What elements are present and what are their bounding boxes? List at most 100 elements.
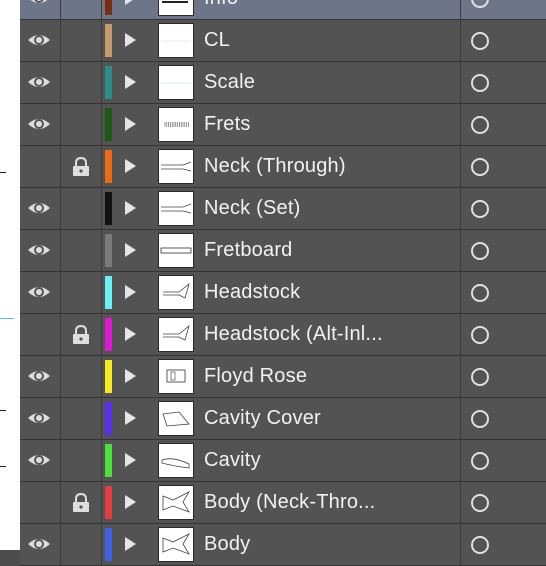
visibility-toggle[interactable] (20, 104, 61, 145)
layer-row[interactable]: CL (20, 20, 546, 62)
layer-thumbnail (158, 485, 194, 520)
layer-name[interactable]: Body (204, 533, 250, 556)
visibility-toggle[interactable] (20, 272, 61, 313)
target-circle-icon[interactable] (471, 494, 489, 512)
layer-name[interactable]: Cavity (204, 449, 261, 472)
visibility-toggle[interactable] (20, 524, 61, 565)
target-circle-icon[interactable] (471, 116, 489, 134)
disclosure-triangle-icon[interactable] (125, 0, 136, 5)
layer-row[interactable]: Headstock (20, 272, 546, 314)
lock-toggle[interactable] (61, 440, 102, 481)
layer-row[interactable]: Body (Neck-Thro... (20, 482, 546, 524)
target-circle-icon[interactable] (471, 368, 489, 386)
lock-toggle[interactable] (61, 524, 102, 565)
layer-row[interactable]: Body (20, 524, 546, 566)
target-circle-icon[interactable] (471, 74, 489, 92)
canvas-guide-line (0, 466, 6, 467)
layer-thumbnail (158, 275, 194, 310)
disclosure-triangle-icon[interactable] (125, 117, 136, 131)
target-circle-icon[interactable] (471, 410, 489, 428)
layer-name[interactable]: CL (204, 29, 230, 52)
layer-name[interactable]: Body (Neck-Thro... (204, 491, 375, 514)
layer-row[interactable]: Cavity (20, 440, 546, 482)
visibility-toggle[interactable] (20, 314, 61, 355)
lock-toggle[interactable] (61, 188, 102, 229)
disclosure-triangle-icon[interactable] (125, 285, 136, 299)
layer-name[interactable]: Fretboard (204, 239, 293, 262)
layer-color-swatch (105, 192, 112, 225)
target-circle-icon[interactable] (471, 284, 489, 302)
layer-name[interactable]: Info (204, 0, 238, 10)
layer-color-swatch (105, 276, 112, 309)
layer-row[interactable]: Scale (20, 62, 546, 104)
disclosure-triangle-icon[interactable] (125, 33, 136, 47)
disclosure-triangle-icon[interactable] (125, 495, 136, 509)
layer-name[interactable]: Neck (Set) (204, 197, 300, 220)
eye-icon (27, 367, 51, 385)
disclosure-triangle-icon[interactable] (125, 537, 136, 551)
target-circle-icon[interactable] (471, 200, 489, 218)
disclosure-triangle-icon[interactable] (125, 327, 136, 341)
canvas-guide-line (0, 410, 6, 411)
target-circle-icon[interactable] (471, 32, 489, 50)
layer-row[interactable]: Info (20, 0, 546, 20)
column-divider (460, 272, 461, 313)
layer-thumbnail (158, 149, 194, 184)
lock-toggle[interactable] (61, 272, 102, 313)
target-circle-icon[interactable] (471, 536, 489, 554)
lock-toggle[interactable] (61, 0, 102, 19)
layer-name[interactable]: Headstock (Alt-Inl... (204, 323, 383, 346)
disclosure-triangle-icon[interactable] (125, 411, 136, 425)
layer-row[interactable]: Headstock (Alt-Inl... (20, 314, 546, 356)
lock-toggle[interactable] (61, 20, 102, 61)
visibility-toggle[interactable] (20, 146, 61, 187)
column-divider (460, 188, 461, 229)
lock-toggle[interactable] (61, 356, 102, 397)
layer-name[interactable]: Neck (Through) (204, 155, 346, 178)
layer-name[interactable]: Frets (204, 113, 251, 136)
lock-toggle[interactable] (61, 62, 102, 103)
visibility-toggle[interactable] (20, 230, 61, 271)
target-circle-icon[interactable] (471, 158, 489, 176)
layer-name[interactable]: Scale (204, 71, 255, 94)
layer-row[interactable]: Cavity Cover (20, 398, 546, 440)
disclosure-triangle-icon[interactable] (125, 159, 136, 173)
visibility-toggle[interactable] (20, 62, 61, 103)
layer-row[interactable]: Neck (Through) (20, 146, 546, 188)
eye-icon (27, 283, 51, 301)
layer-thumbnail (158, 443, 194, 478)
layer-row[interactable]: Frets (20, 104, 546, 146)
disclosure-triangle-icon[interactable] (125, 369, 136, 383)
target-circle-icon[interactable] (471, 326, 489, 344)
visibility-toggle[interactable] (20, 188, 61, 229)
layer-name[interactable]: Headstock (204, 281, 300, 304)
canvas-guide-line (0, 172, 6, 173)
lock-toggle[interactable] (61, 104, 102, 145)
visibility-toggle[interactable] (20, 440, 61, 481)
layer-color-swatch (105, 444, 112, 477)
layer-name[interactable]: Cavity Cover (204, 407, 321, 430)
target-circle-icon[interactable] (471, 0, 489, 8)
visibility-toggle[interactable] (20, 398, 61, 439)
column-divider (460, 146, 461, 187)
target-circle-icon[interactable] (471, 452, 489, 470)
disclosure-triangle-icon[interactable] (125, 201, 136, 215)
layer-thumbnail (158, 107, 194, 142)
layer-color-swatch (105, 0, 112, 15)
visibility-toggle[interactable] (20, 0, 61, 19)
disclosure-triangle-icon[interactable] (125, 75, 136, 89)
disclosure-triangle-icon[interactable] (125, 453, 136, 467)
visibility-toggle[interactable] (20, 356, 61, 397)
lock-icon (72, 324, 90, 345)
disclosure-triangle-icon[interactable] (125, 243, 136, 257)
layer-row[interactable]: Fretboard (20, 230, 546, 272)
lock-toggle[interactable] (61, 230, 102, 271)
layer-name[interactable]: Floyd Rose (204, 365, 307, 388)
visibility-toggle[interactable] (20, 20, 61, 61)
visibility-toggle[interactable] (20, 482, 61, 523)
layer-row[interactable]: Neck (Set) (20, 188, 546, 230)
lock-toggle[interactable] (61, 398, 102, 439)
target-circle-icon[interactable] (471, 242, 489, 260)
layer-row[interactable]: Floyd Rose (20, 356, 546, 398)
layer-thumbnail (158, 359, 194, 394)
